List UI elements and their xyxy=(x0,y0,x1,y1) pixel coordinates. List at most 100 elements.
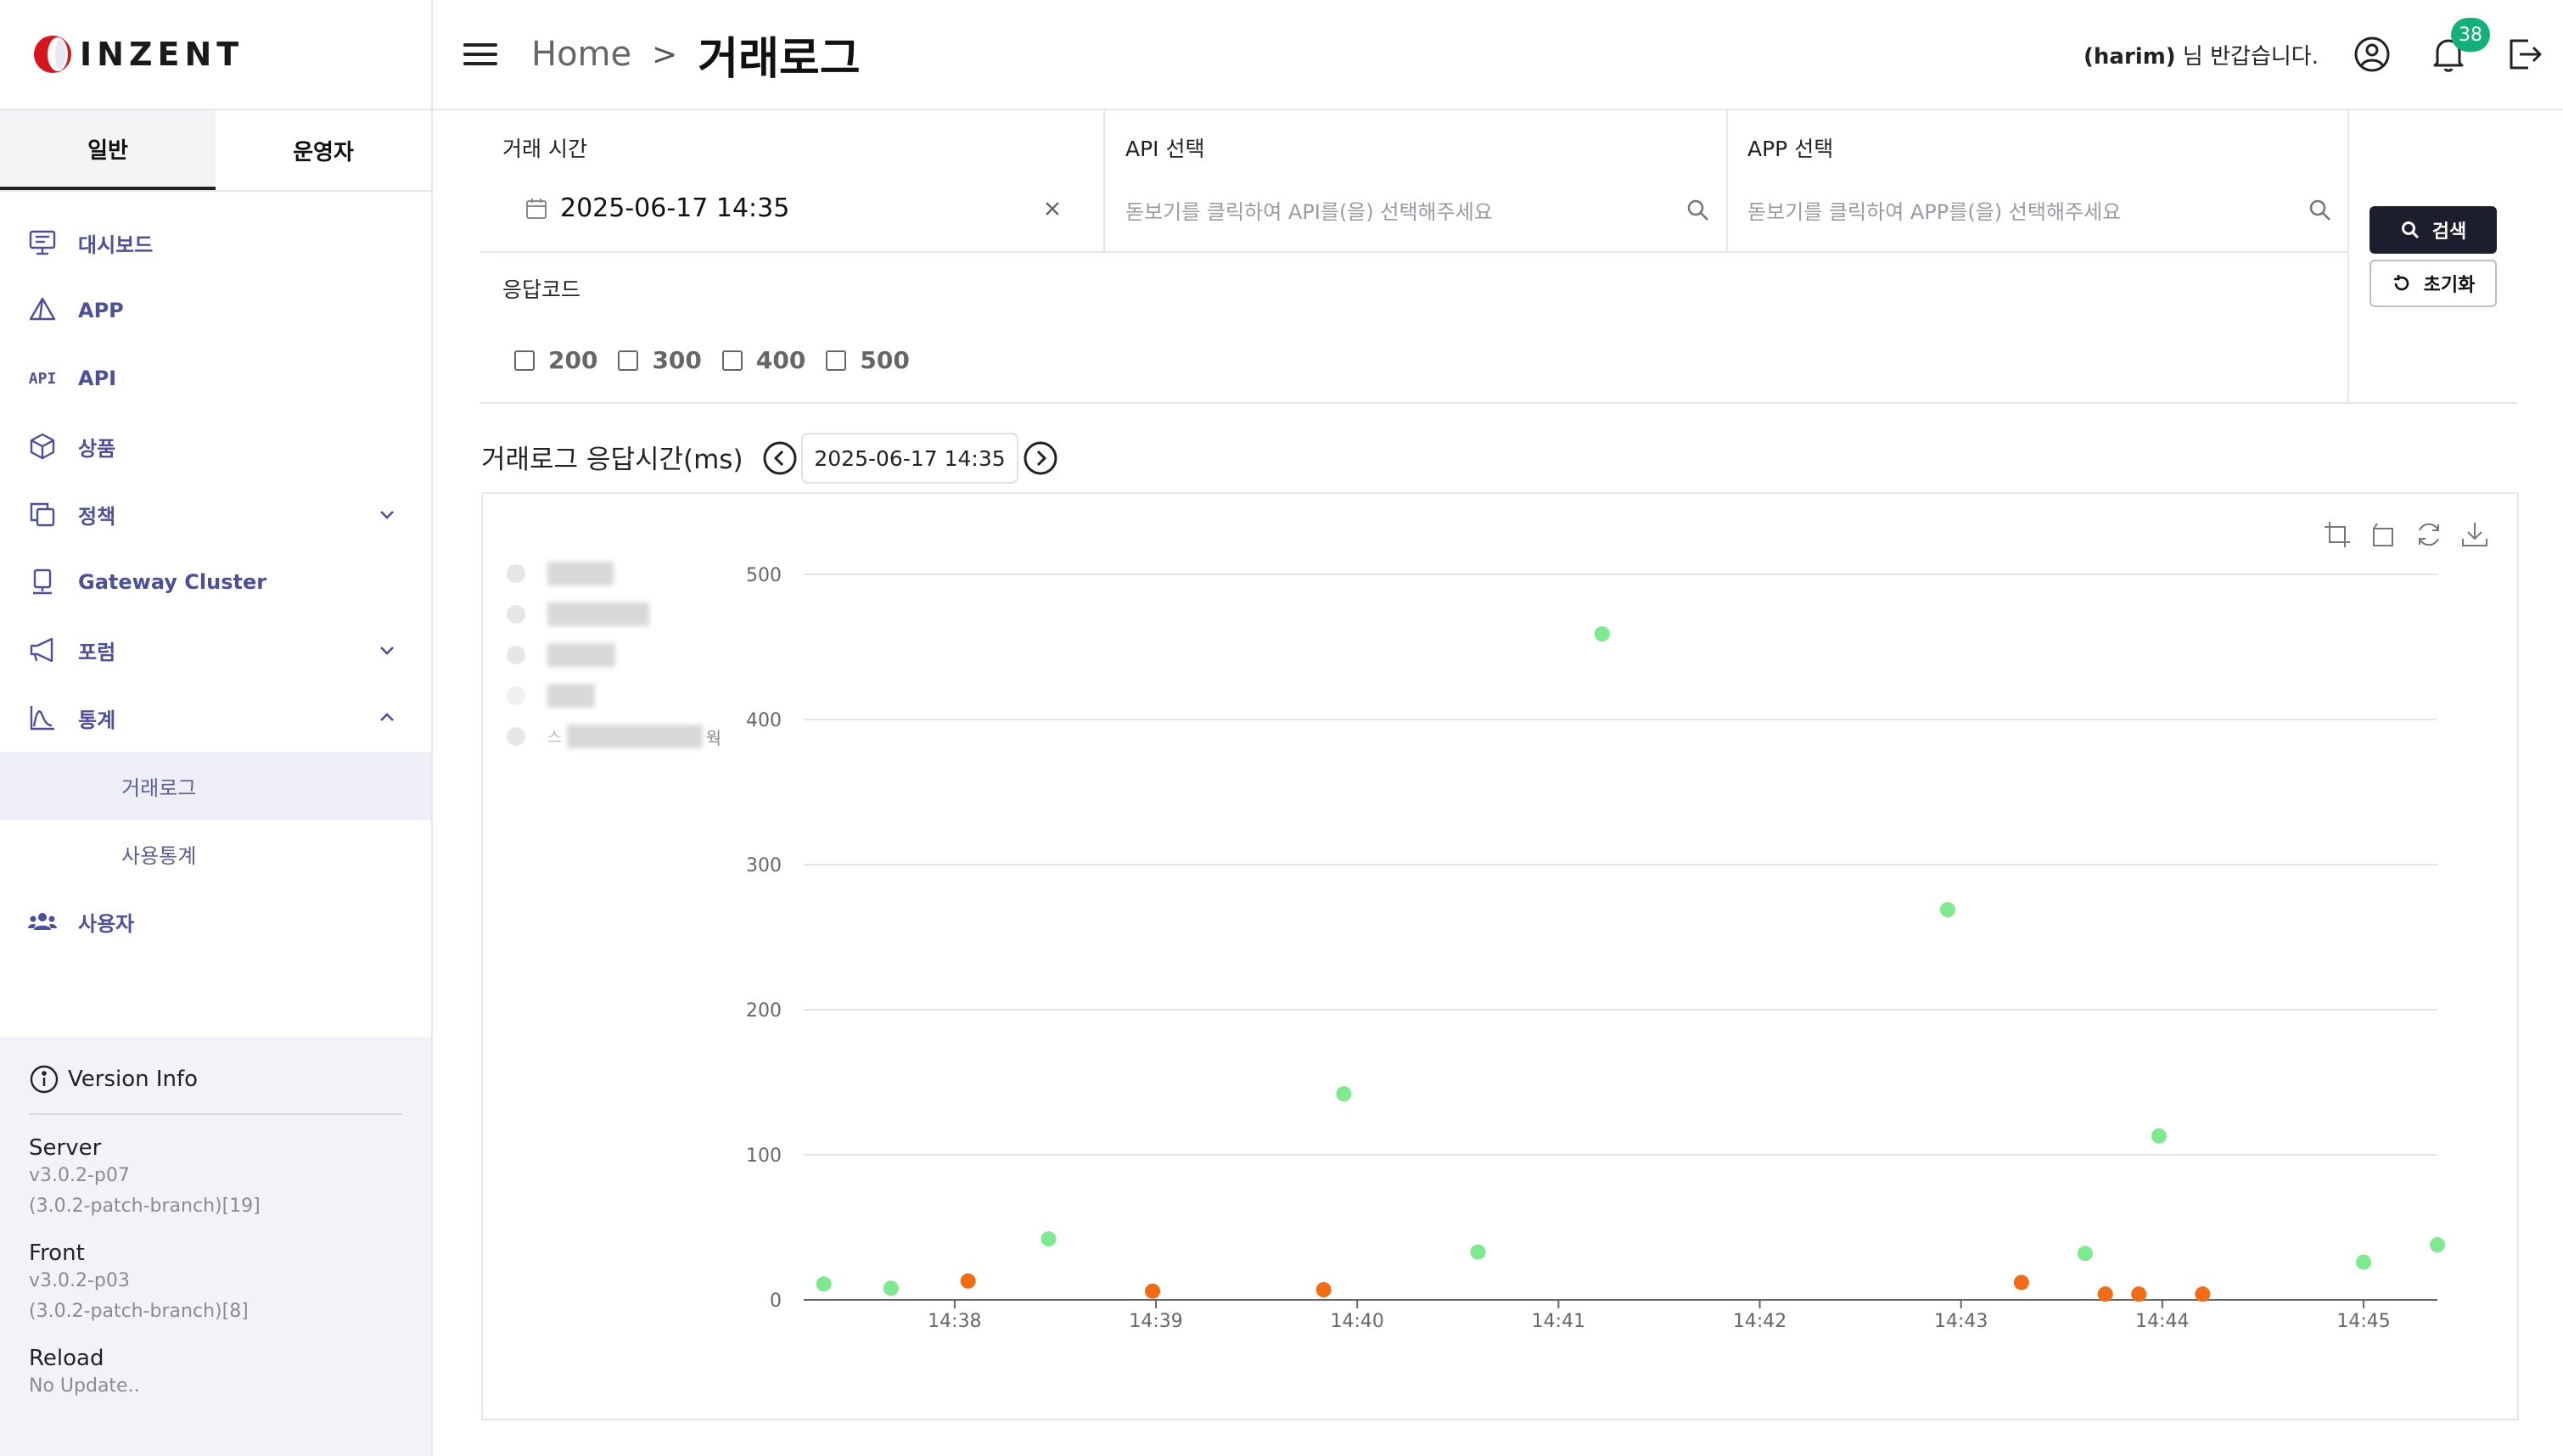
data-point xyxy=(2151,1128,2167,1144)
users-icon xyxy=(27,906,58,937)
chevron-left-icon xyxy=(773,450,784,467)
response-time-chart: 0 100 200 300 400 500 14:38 14:39 14:40 14:41 14:4… xyxy=(481,492,2519,1420)
monitor-icon xyxy=(27,227,58,258)
sidebar-item-label: Gateway Cluster xyxy=(78,570,267,594)
logout-button[interactable] xyxy=(2505,35,2544,74)
x-tick-label: 14:40 xyxy=(1331,1311,1384,1332)
chevron-right-icon xyxy=(1036,450,1047,467)
search-icon xyxy=(2401,221,2419,239)
prev-time-button[interactable] xyxy=(762,440,798,476)
checkbox-200[interactable]: 200 xyxy=(514,346,597,374)
api-select-input[interactable]: 돋보기를 클릭하여 API를(을) 선택해주세요 xyxy=(1125,195,1711,225)
data-point xyxy=(883,1280,899,1296)
reset-button[interactable]: 초기화 xyxy=(2370,260,2497,307)
search-button[interactable]: 검색 xyxy=(2370,206,2497,254)
scatter-plot: 0 100 200 300 400 500 14:38 14:39 14:40 14:41 14:4… xyxy=(746,565,2445,1332)
breadcrumb-separator: > xyxy=(652,36,678,72)
sidebar-subitem-transaction-log[interactable]: 거래로그 xyxy=(0,752,431,820)
sidebar-item-label: 대시보드 xyxy=(78,232,154,257)
legend-item[interactable] xyxy=(507,635,727,675)
search-icon[interactable] xyxy=(1685,198,1711,223)
data-point xyxy=(1939,902,1955,918)
brand-name: INZENT xyxy=(80,36,244,73)
search-icon[interactable] xyxy=(2308,198,2333,223)
x-tick-label: 14:41 xyxy=(1532,1311,1585,1332)
version-front-branch: (3.0.2-patch-branch)[8] xyxy=(29,1301,249,1322)
clear-icon[interactable] xyxy=(1042,199,1063,219)
zoom-area-button[interactable] xyxy=(2320,518,2354,552)
api-filter: API 선택 xyxy=(1125,132,1205,163)
brand-logo[interactable]: INZENT xyxy=(0,0,431,110)
response-code-label: 응답코드 xyxy=(502,277,581,302)
response-code-checkboxes: 200 300 400 500 xyxy=(514,346,930,374)
inzent-logo-icon xyxy=(34,36,71,73)
version-front-label: Front xyxy=(29,1240,85,1266)
tab-general[interactable]: 일반 xyxy=(0,110,216,190)
sidebar-item-forum[interactable]: 포럼 xyxy=(0,616,431,684)
data-point xyxy=(1336,1086,1352,1102)
tab-operator[interactable]: 운영자 xyxy=(216,110,431,190)
time-input[interactable]: 2025-06-17 14:35 xyxy=(524,193,1078,223)
chevron-down-icon xyxy=(380,511,394,519)
version-info-header: Version Info xyxy=(29,1064,402,1115)
sidebar-item-product[interactable]: 상품 xyxy=(0,412,431,480)
app-select-placeholder: 돋보기를 클릭하여 APP를(을) 선택해주세요 xyxy=(1747,200,2122,224)
sidebar-item-stats[interactable]: 통계 xyxy=(0,684,431,752)
y-tick-label: 0 xyxy=(770,1291,782,1312)
version-reload-label[interactable]: Reload xyxy=(29,1346,402,1371)
refresh-button[interactable] xyxy=(2412,518,2446,552)
checkbox-400[interactable]: 400 xyxy=(721,346,805,374)
response-code-filter: 응답코드 xyxy=(502,273,580,304)
sidebar-item-gateway-cluster[interactable]: Gateway Cluster xyxy=(0,548,431,616)
sidebar-item-dashboard[interactable]: 대시보드 xyxy=(0,209,431,277)
legend-item[interactable] xyxy=(507,553,727,594)
data-point xyxy=(2013,1274,2029,1291)
top-header: Home > 거래로그 (harim) 님 반갑습니다. 38 xyxy=(433,0,2563,110)
checkbox-500[interactable]: 500 xyxy=(826,346,910,374)
version-server-value: v3.0.2-p07 xyxy=(29,1165,130,1186)
profile-button[interactable] xyxy=(1232,35,1271,74)
app-select-input[interactable]: 돋보기를 클릭하여 APP를(을) 선택해주세요 xyxy=(1747,195,2333,225)
profile-button[interactable] xyxy=(2353,35,2392,74)
user-greeting: (harim) 님 반갑습니다. xyxy=(2083,39,2319,70)
sidebar-subitem-usage-stats[interactable]: 사용통계 xyxy=(0,820,431,888)
sidebar-item-users[interactable]: 사용자 xyxy=(0,888,431,955)
version-server-branch: (3.0.2-patch-branch)[19] xyxy=(29,1196,261,1217)
data-point xyxy=(2077,1246,2093,1262)
divider xyxy=(1726,110,1728,251)
download-button[interactable] xyxy=(2458,518,2492,552)
legend-item[interactable]: 스웍 xyxy=(507,716,727,757)
crop-icon xyxy=(2325,522,2350,547)
version-reload: Reload No Update.. xyxy=(29,1346,402,1402)
pyramid-icon xyxy=(27,295,58,326)
notifications-button[interactable]: 38 xyxy=(2429,18,2490,74)
checkbox-300[interactable]: 300 xyxy=(618,346,702,374)
role-tabs: 일반 운영자 xyxy=(0,110,431,192)
chart-legend: 스웍 xyxy=(507,553,727,757)
zoom-reset-button[interactable] xyxy=(2366,518,2400,552)
reset-icon xyxy=(2393,275,2409,291)
server-icon xyxy=(27,567,58,597)
version-front: Front v3.0.2-p03 (3.0.2-patch-branch)[8] xyxy=(29,1240,402,1327)
sidebar-item-label: 정책 xyxy=(78,504,116,529)
sidebar-item-api[interactable]: API API xyxy=(0,344,431,412)
version-front-value: v3.0.2-p03 xyxy=(29,1270,130,1291)
data-point xyxy=(1594,626,1610,642)
filter-panel: 거래 시간 2025-06-17 14:35 API 선택 돋보기를 클릭하여 … xyxy=(480,110,2517,404)
hamburger-icon xyxy=(463,43,497,47)
legend-item[interactable] xyxy=(507,675,727,716)
data-point xyxy=(1470,1244,1486,1260)
sidebar-item-app[interactable]: APP xyxy=(0,277,431,344)
package-icon xyxy=(27,431,58,462)
y-tick-label: 100 xyxy=(746,1145,782,1167)
data-point xyxy=(960,1273,976,1289)
copy-icon xyxy=(27,499,58,529)
chart-date-chip[interactable]: 2025-06-17 14:35 xyxy=(801,433,1018,484)
menu-toggle-button[interactable] xyxy=(463,40,497,69)
legend-item[interactable] xyxy=(507,594,727,635)
next-time-button[interactable] xyxy=(1023,440,1058,476)
api-text-icon: API xyxy=(28,369,57,388)
breadcrumb-home[interactable]: Home xyxy=(531,35,631,74)
undo-crop-icon xyxy=(2373,523,2393,546)
sidebar-item-policy[interactable]: 정책 xyxy=(0,480,431,548)
